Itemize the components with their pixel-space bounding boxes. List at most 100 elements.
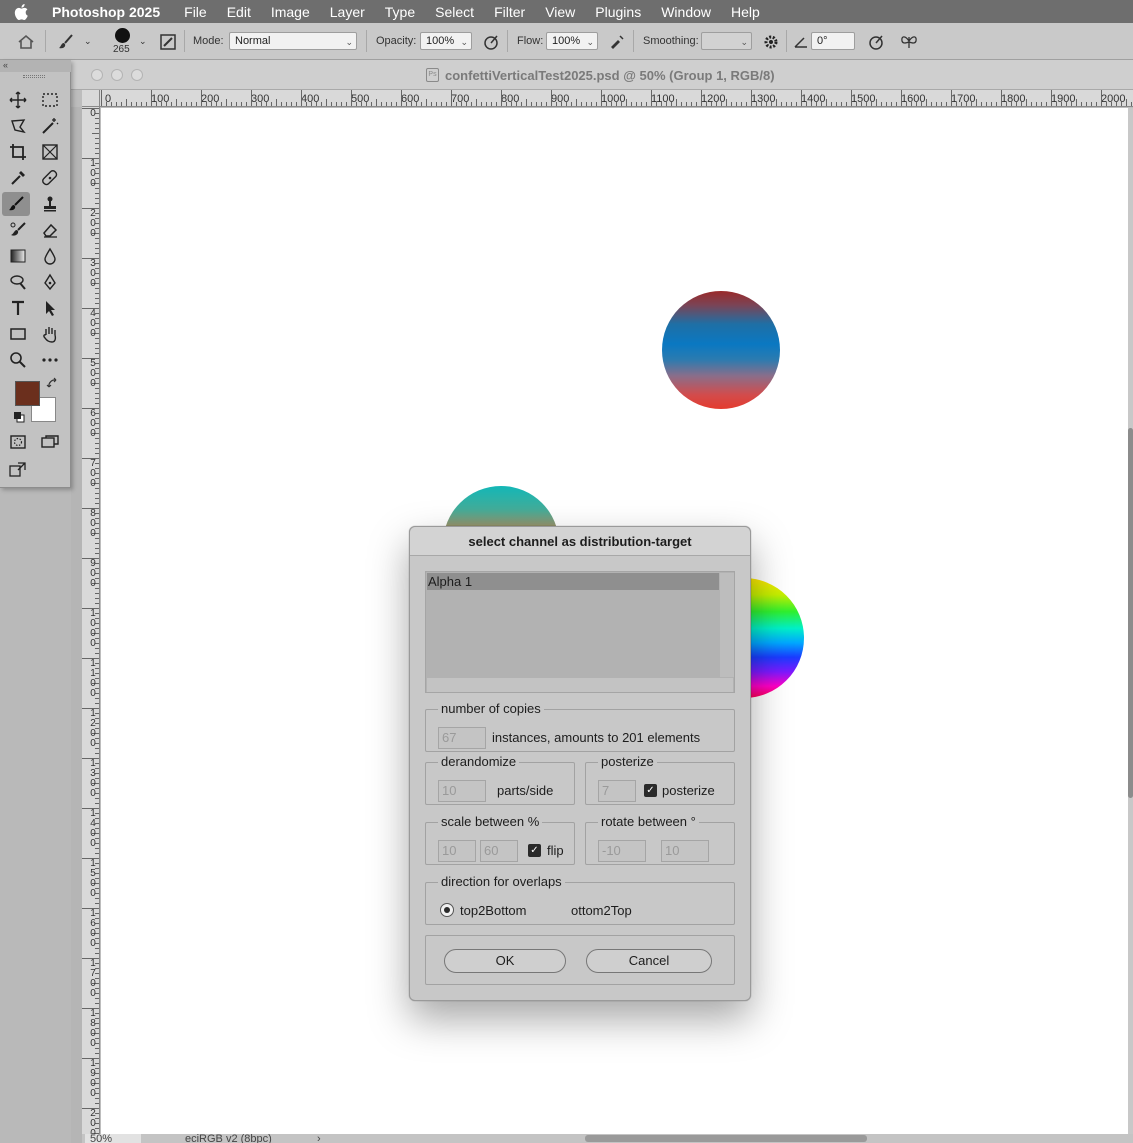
zoom-tool-icon[interactable] — [4, 348, 32, 372]
marquee-tool-icon[interactable] — [36, 88, 64, 112]
scale-max-input[interactable]: 60 — [480, 840, 518, 862]
menu-edit[interactable]: Edit — [227, 4, 251, 20]
brush-tool-icon[interactable] — [2, 192, 30, 216]
ruler-tick — [381, 102, 382, 106]
frame-tool-icon[interactable] — [36, 140, 64, 164]
ruler-tick — [491, 102, 492, 106]
path-selection-tool-icon[interactable] — [36, 296, 64, 320]
ruler-corner[interactable] — [82, 90, 100, 107]
default-colors-icon[interactable] — [13, 411, 25, 423]
menu-type[interactable]: Type — [385, 4, 415, 20]
home-icon[interactable] — [16, 32, 36, 52]
pressure-opacity-icon[interactable] — [481, 32, 501, 52]
menu-file[interactable]: File — [184, 4, 207, 20]
collapse-panel-icon[interactable]: « — [0, 60, 71, 72]
lasso-tool-icon[interactable] — [4, 114, 32, 138]
channel-list-item[interactable]: Alpha 1 — [427, 573, 719, 590]
menu-window[interactable]: Window — [661, 4, 711, 20]
top2bottom-radio[interactable] — [440, 903, 454, 917]
horizontal-scrollbar-thumb[interactable] — [585, 1135, 867, 1142]
more-tools-icon[interactable] — [36, 348, 64, 372]
artboard-export-icon[interactable] — [4, 458, 32, 482]
airbrush-icon[interactable] — [607, 32, 627, 52]
eyedropper-tool-icon[interactable] — [4, 166, 32, 190]
brush-tool-icon[interactable] — [56, 32, 76, 52]
vertical-scrollbar-thumb[interactable] — [1128, 428, 1133, 798]
gear-icon[interactable] — [761, 32, 781, 52]
zoom-level[interactable]: 50% — [85, 1134, 141, 1143]
rotate-max-input[interactable]: 10 — [661, 840, 709, 862]
status-menu-arrow[interactable]: › — [317, 1134, 321, 1143]
menu-plugins[interactable]: Plugins — [595, 4, 641, 20]
ruler-tick — [556, 102, 557, 106]
apple-icon[interactable] — [14, 0, 36, 23]
crop-tool-icon[interactable] — [4, 140, 32, 164]
list-scroll-track[interactable] — [720, 573, 734, 677]
menu-help[interactable]: Help — [731, 4, 760, 20]
symmetry-butterfly-icon[interactable] — [899, 32, 919, 52]
scale-min-input[interactable]: 10 — [438, 840, 476, 862]
vertical-scrollbar[interactable] — [1128, 108, 1133, 1134]
rectangle-tool-icon[interactable] — [4, 322, 32, 346]
ruler-tick — [761, 102, 762, 106]
menu-select[interactable]: Select — [435, 4, 474, 20]
screen-mode-icon[interactable] — [36, 430, 64, 454]
menu-image[interactable]: Image — [271, 4, 310, 20]
quick-mask-icon[interactable] — [4, 430, 32, 454]
ruler-tick — [251, 90, 252, 106]
dodge-tool-icon[interactable] — [4, 270, 32, 294]
chevron-down-icon[interactable]: ⌄ — [84, 36, 92, 47]
hand-tool-icon[interactable] — [36, 322, 64, 346]
copies-input[interactable]: 67 — [438, 727, 486, 749]
history-brush-tool-icon[interactable] — [4, 218, 32, 242]
menu-layer[interactable]: Layer — [330, 4, 365, 20]
bottom2top-label[interactable]: ottom2Top — [571, 903, 632, 918]
mode-select[interactable]: Normal ⌄ — [229, 32, 357, 50]
eraser-tool-icon[interactable] — [36, 218, 64, 242]
brush-preview-icon[interactable] — [115, 28, 130, 43]
rotate-min-input[interactable]: -10 — [598, 840, 646, 862]
flow-input[interactable]: 100% ⌄ — [546, 32, 598, 50]
gradient-tool-icon[interactable] — [4, 244, 32, 268]
panel-grip[interactable] — [23, 75, 45, 78]
cancel-button[interactable]: Cancel — [586, 949, 712, 973]
smoothing-input[interactable]: ⌄ — [701, 32, 752, 50]
angle-input[interactable]: 0° — [811, 32, 855, 50]
ruler-tick — [296, 102, 297, 106]
posterize-input[interactable]: 7 — [598, 780, 636, 802]
partial-canvas-text — [71, 196, 83, 218]
horizontal-ruler[interactable]: 0 100 200 300 400 500 600 700 800 900 10… — [100, 90, 1133, 107]
foreground-color-swatch[interactable] — [15, 381, 40, 406]
healing-brush-tool-icon[interactable] — [36, 166, 64, 190]
ok-button[interactable]: OK — [444, 949, 566, 973]
blur-tool-icon[interactable] — [36, 244, 64, 268]
channel-list[interactable]: Alpha 1 — [425, 571, 735, 693]
ruler-tick — [311, 102, 312, 106]
ruler-tick — [376, 99, 377, 106]
menu-app-name[interactable]: Photoshop 2025 — [52, 4, 160, 20]
posterize-checkbox[interactable]: ✓ — [644, 784, 657, 797]
minimize-button[interactable] — [111, 69, 123, 81]
magic-wand-tool-icon[interactable] — [36, 114, 64, 138]
opacity-input[interactable]: 100% ⌄ — [420, 32, 472, 50]
color-profile: eciRGB v2 (8bpc) — [185, 1134, 272, 1143]
ruler-tick — [95, 1003, 99, 1004]
swap-colors-icon[interactable] — [46, 377, 60, 391]
ruler-tick — [136, 102, 137, 106]
flip-checkbox[interactable]: ✓ — [528, 844, 541, 857]
menu-view[interactable]: View — [545, 4, 575, 20]
chevron-down-icon[interactable]: ⌄ — [139, 36, 147, 47]
move-tool-icon[interactable] — [4, 88, 32, 112]
brush-settings-icon[interactable] — [158, 32, 178, 52]
type-tool-icon[interactable] — [4, 296, 32, 320]
vertical-ruler[interactable]: 0 100 200 300 400 500 600 700 800 900 1000 1100 1200… — [82, 107, 100, 1134]
ruler-tick — [621, 102, 622, 106]
zoom-button[interactable] — [131, 69, 143, 81]
pen-tool-icon[interactable] — [36, 270, 64, 294]
clone-stamp-tool-icon[interactable] — [36, 192, 64, 216]
derandomize-input[interactable]: 10 — [438, 780, 486, 802]
close-button[interactable] — [91, 69, 103, 81]
menu-filter[interactable]: Filter — [494, 4, 525, 20]
ruler-tick — [261, 102, 262, 106]
pressure-size-icon[interactable] — [866, 32, 886, 52]
